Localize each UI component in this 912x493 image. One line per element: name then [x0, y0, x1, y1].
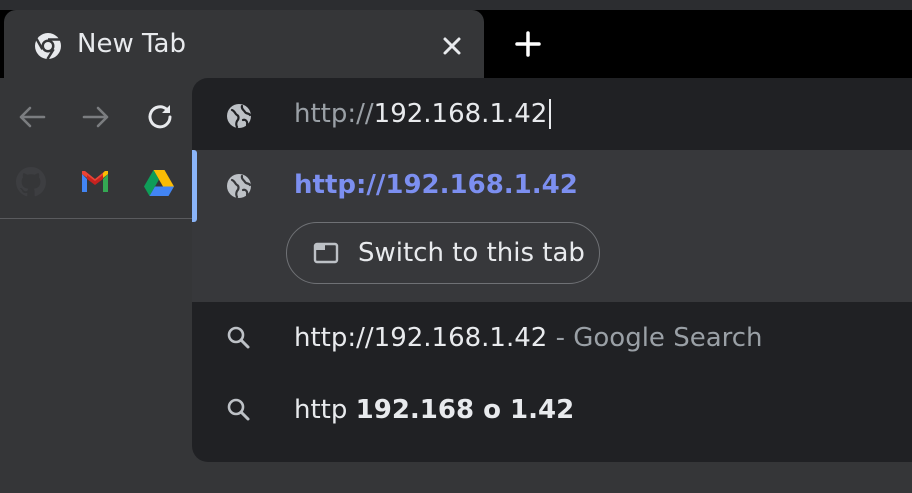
- arrow-right-icon[interactable]: [79, 100, 113, 134]
- search-icon: [227, 326, 250, 349]
- text-caret: [549, 99, 552, 129]
- chrome-icon: [35, 33, 61, 60]
- gmail-icon[interactable]: [77, 164, 113, 200]
- tab-title: New Tab: [77, 29, 186, 59]
- github-icon[interactable]: [13, 164, 49, 200]
- suggestion-search-2[interactable]: http 192.168 o 1.42: [192, 374, 912, 446]
- window-frame: [0, 0, 912, 10]
- bookmarks-bar: [0, 150, 200, 219]
- address-input[interactable]: http://192.168.1.42: [294, 96, 552, 132]
- selection-indicator: [192, 150, 197, 222]
- address-host: 192.168.1.42: [373, 99, 548, 129]
- suggestion-text: http 192.168 o 1.42: [294, 392, 574, 428]
- globe-icon: [227, 174, 252, 199]
- search-icon: [227, 398, 250, 421]
- tab-icon: [313, 242, 339, 264]
- globe-icon: [227, 104, 252, 129]
- suggestion-search-1[interactable]: http://192.168.1.42 - Google Search: [192, 302, 912, 374]
- address-scheme: http://: [294, 99, 374, 129]
- address-bar[interactable]: http://192.168.1.42: [192, 78, 912, 150]
- suggestion-selected[interactable]: http://192.168.1.42 Switch to this tab: [192, 150, 912, 302]
- omnibox-dropdown: http://192.168.1.42 http://192.168.1.42 …: [192, 78, 912, 462]
- suggestion-text: http://192.168.1.42 - Google Search: [294, 320, 763, 356]
- suggestion-part2: 192.168 o 1.42: [355, 395, 575, 425]
- suggestion-url: http://192.168.1.42: [294, 170, 578, 200]
- close-icon[interactable]: [438, 32, 466, 60]
- tab-strip: New Tab: [0, 0, 912, 80]
- arrow-left-icon[interactable]: [15, 100, 49, 134]
- suggestion-part1: http: [294, 395, 356, 425]
- browser-window: New Tab http:// 192.168.1.42 http://192.…: [0, 0, 912, 493]
- suggestion-main: http://192.168.1.42: [294, 323, 548, 353]
- tab-new-tab[interactable]: New Tab: [4, 10, 484, 80]
- reload-icon[interactable]: [143, 100, 177, 134]
- suggestion-suffix: - Google Search: [547, 323, 763, 353]
- google-drive-icon[interactable]: [141, 164, 177, 200]
- switch-to-tab-label: Switch to this tab: [358, 238, 585, 268]
- plus-icon[interactable]: [512, 28, 544, 60]
- switch-to-tab-button[interactable]: Switch to this tab: [286, 222, 600, 284]
